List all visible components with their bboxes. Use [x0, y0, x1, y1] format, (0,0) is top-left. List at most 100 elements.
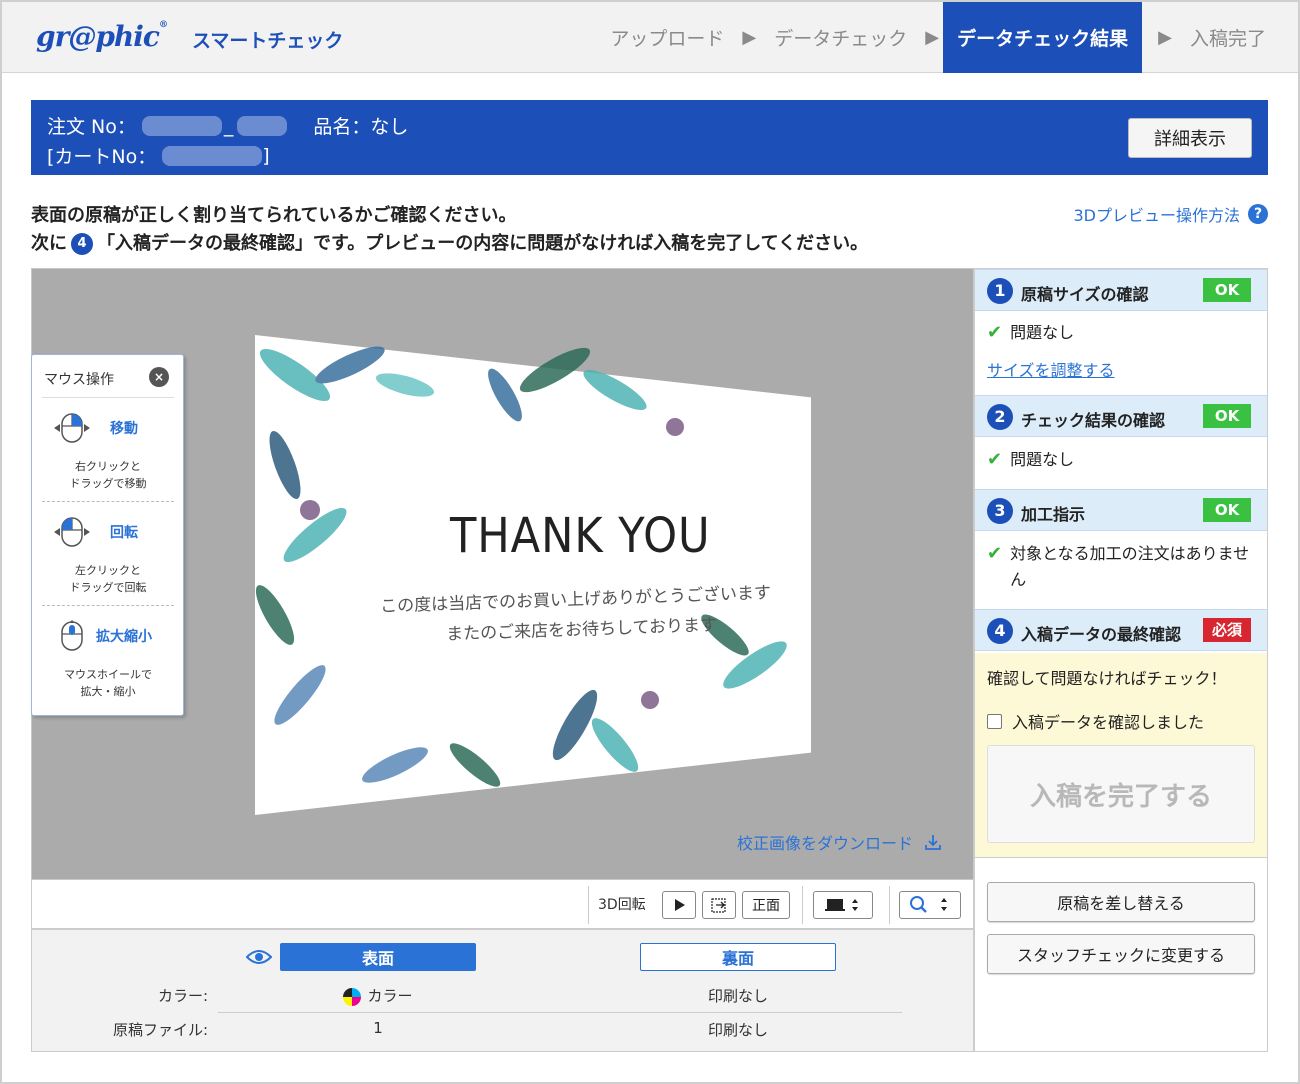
staff-check-button[interactable]: スタッフチェックに変更する [987, 934, 1255, 974]
confirm-checkbox[interactable] [987, 713, 1002, 729]
preview-toolbar: 3D回転 正面 [31, 880, 974, 929]
view-mode-select[interactable] [813, 891, 873, 919]
download-link-text: 校正画像をダウンロード [737, 834, 914, 853]
mouse-rotate-desc-1: 左クリックと [75, 564, 141, 577]
file-back-value: 印刷なし [707, 1021, 768, 1039]
mouse-move-label: 移動 [110, 421, 138, 437]
mouse-move-desc: 右クリックと ドラッグで移動 [42, 458, 174, 492]
confirm-checkbox-row[interactable]: 入稿データを確認しました [987, 709, 1204, 733]
step-upload: アップロード [610, 28, 725, 50]
mouse-rotate-label: 回転 [110, 525, 138, 541]
question-icon: ? [1248, 204, 1268, 224]
side-divider [975, 857, 1267, 858]
instructions: 表面の原稿が正しく割り当てられているかご確認ください。 次に 4 「入稿データの最終… [31, 202, 868, 258]
final-check-box: 確認して問題なければチェック！ 入稿データを確認しました 入稿を完了する [975, 653, 1267, 857]
required-badge: 必須 [1203, 618, 1251, 642]
instruction-suffix: 「入稿データの最終確認」です。プレビューの内容に問題がなければ入稿を完了してくだ… [97, 233, 869, 254]
magnifier-icon [910, 896, 947, 913]
check-result-status-badge: OK [1203, 404, 1251, 428]
color-front-value: カラー [278, 985, 478, 1006]
check-result-result: ✔ 問題なし [987, 447, 1074, 473]
step-2-number-icon: 2 [987, 404, 1013, 430]
processing-header: 3 加工指示 OK [975, 489, 1267, 531]
mouse-zoom-label: 拡大縮小 [96, 629, 152, 645]
mouse-rotate-desc-2: ドラッグで回転 [69, 581, 147, 594]
check-result-text: 問題なし [1010, 450, 1075, 469]
front-face-tab[interactable]: 表面 [280, 943, 476, 971]
front-view-button[interactable]: 正面 [742, 891, 790, 919]
step-data-check: データチェック [774, 28, 908, 50]
file-label: 原稿ファイル: [112, 1021, 208, 1039]
cart-no-masked [162, 145, 263, 166]
size-check-result: ✔ 問題なし [987, 320, 1074, 346]
eye-icon [246, 950, 272, 964]
info-divider [218, 1012, 902, 1013]
mouse-rotate-desc: 左クリックと ドラッグで回転 [42, 562, 174, 596]
color-label: カラー: [157, 987, 208, 1005]
step-complete: 入稿完了 [1189, 28, 1266, 50]
processing-result-text: 対象となる加工の注文はありません [1010, 544, 1250, 589]
flip-button[interactable] [702, 891, 736, 919]
download-proof-link[interactable]: 校正画像をダウンロード [737, 830, 943, 854]
instruction-line-1: 表面の原稿が正しく割り当てられているかご確認ください。 [31, 205, 517, 226]
play-icon [675, 899, 685, 911]
replace-file-button[interactable]: 原稿を差し替える [987, 882, 1255, 922]
flip-icon [711, 898, 726, 913]
item-name: 品名：なし [313, 116, 409, 138]
confirm-checkbox-label: 入稿データを確認しました [1012, 713, 1205, 732]
size-check-header: 1 原稿サイズの確認 OK [975, 269, 1267, 311]
card-title: THANK YOU [450, 508, 711, 564]
checkmark-icon: ✔ [987, 449, 1003, 470]
logo-mark: ® [158, 20, 168, 30]
final-check-header: 4 入稿データの最終確認 必須 [975, 609, 1267, 651]
mouse-wheel-icon [61, 620, 83, 651]
complete-submission-button[interactable]: 入稿を完了する [987, 745, 1255, 843]
mouse-zoom-section: 拡大縮小 マウスホイールで 拡大・縮小 [42, 605, 174, 707]
face-info-panel: 表面 裏面 カラー: カラー 印刷なし 原稿ファイル: 1 印刷なし [31, 929, 974, 1052]
mouse-panel-title: マウス操作 [44, 372, 114, 388]
color-back-value: 印刷なし [707, 987, 768, 1005]
floral-decoration [255, 346, 787, 787]
download-icon [925, 835, 941, 850]
rotate-3d-label: 3D回転 [598, 897, 646, 913]
mouse-zoom-desc-1: マウスホイールで [64, 668, 152, 681]
top-bar: gr@phic® スマートチェック アップロード ▶ データチェック ▶ データ… [2, 2, 1298, 73]
adjust-size-link[interactable]: サイズを調整する [987, 357, 1115, 381]
step-arrow-icon: ▶ [1158, 27, 1172, 48]
order-no-masked [141, 115, 222, 136]
close-icon[interactable]: × [149, 367, 169, 387]
color-front-text: カラー [367, 987, 413, 1005]
order-info-bar: 注文 No： _ 品名：なし [カートNo： ] 詳細表示 [31, 100, 1268, 175]
detail-button[interactable]: 詳細表示 [1128, 118, 1252, 158]
step-arrow-icon: ▶ [742, 27, 757, 48]
check-result-title: チェック結果の確認 [1021, 411, 1166, 430]
size-check-status-badge: OK [1203, 278, 1251, 302]
back-face-tab[interactable]: 裏面 [640, 943, 836, 971]
mouse-move-icon [54, 413, 90, 443]
order-no-separator: _ [223, 114, 234, 137]
processing-status-badge: OK [1203, 498, 1251, 522]
order-no-masked-suffix [237, 115, 288, 136]
instruction-line-2: 次に 4 「入稿データの最終確認」です。プレビューの内容に問題がなければ入稿を完了し… [31, 230, 868, 258]
step-3-number-icon: 3 [987, 498, 1013, 524]
progress-steps: アップロード ▶ データチェック ▶ データチェック結果 ▶ 入稿完了 [596, 2, 1298, 73]
cart-no-close: ] [262, 144, 270, 167]
zoom-select[interactable] [899, 891, 961, 919]
toolbar-separator [588, 886, 589, 924]
mouse-move-desc-2: ドラッグで移動 [69, 477, 147, 490]
3d-preview-help-link[interactable]: 3Dプレビュー操作方法 ? [1073, 202, 1268, 226]
order-no-label: 注文 No： [47, 116, 136, 138]
step-arrow-icon: ▶ [925, 27, 940, 48]
play-button[interactable] [662, 891, 696, 919]
logo-text: gr@phic [36, 20, 160, 53]
mouse-move-section: 移動 右クリックと ドラッグで移動 [42, 397, 174, 499]
mouse-operation-panel: マウス操作 × 移動 右クリックと ドラッグで移動 回転 左クリックと ドラッグで回… [31, 354, 184, 716]
instruction-prefix: 次に [31, 233, 67, 254]
mouse-zoom-desc: マウスホイールで 拡大・縮小 [42, 666, 174, 700]
step-4-number-icon: 4 [71, 233, 93, 255]
cart-no-label: [カートNo： [47, 146, 157, 168]
step-4-number-icon: 4 [987, 618, 1013, 644]
graphic-logo[interactable]: gr@phic® [36, 20, 168, 53]
processing-result: ✔ 対象となる加工の注文はありません [987, 541, 1259, 593]
file-front-value: 1 [373, 1019, 383, 1037]
